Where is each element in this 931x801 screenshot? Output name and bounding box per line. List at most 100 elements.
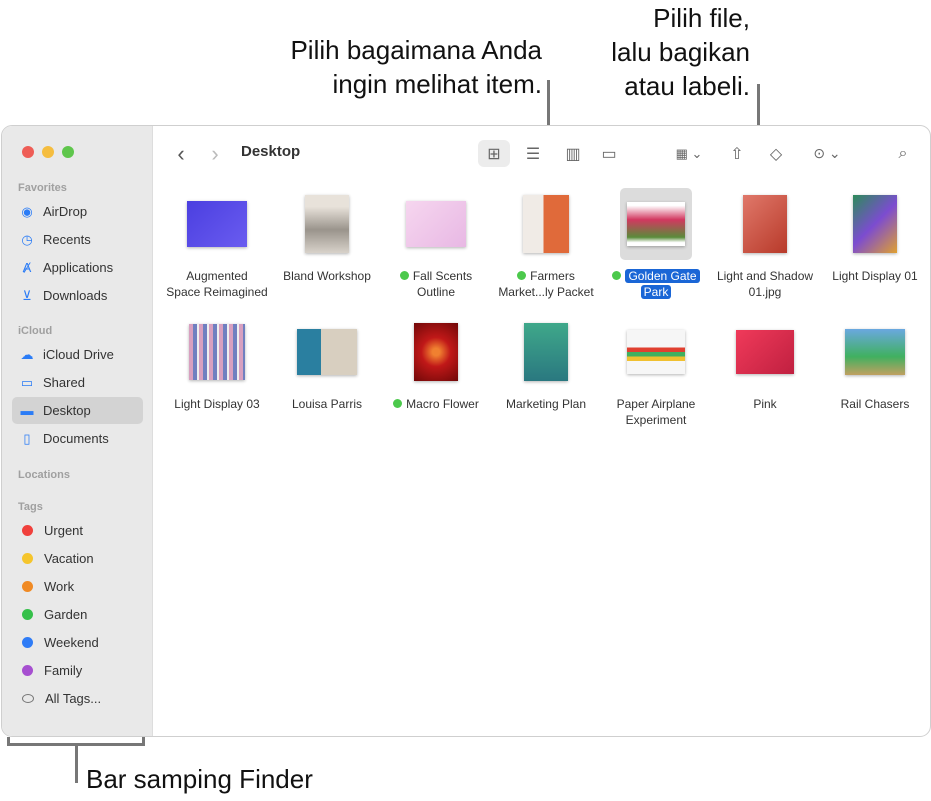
more-actions-button[interactable]: ⊙ ⌄: [807, 140, 847, 167]
search-button[interactable]: ⌕: [891, 140, 915, 167]
file-item[interactable]: Farmers Market...ly Packet: [492, 188, 600, 300]
sidebar-tag-weekend[interactable]: Weekend: [12, 629, 143, 656]
icon-view-button[interactable]: ⊞: [478, 140, 510, 167]
sidebar-item-label: Documents: [43, 431, 109, 446]
file-name-line: Light Display 01: [832, 269, 918, 283]
sidebar-item-icloud-drive[interactable]: ☁ iCloud Drive: [12, 341, 143, 368]
sidebar-item-label: Recents: [43, 232, 91, 247]
sidebar-tag-garden[interactable]: Garden: [12, 601, 143, 628]
sidebar-tag-vacation[interactable]: Vacation: [12, 545, 143, 572]
back-button[interactable]: ‹: [171, 140, 191, 167]
file-thumbnail: [187, 201, 247, 247]
green-tag-dot: [393, 399, 403, 408]
file-name: Fall Scents Outline: [382, 268, 490, 300]
group-icon: ▦ ⌄: [675, 145, 703, 161]
file-item[interactable]: Augmented Space Reimagined: [163, 188, 271, 300]
file-item[interactable]: Louisa Parris: [273, 316, 381, 412]
file-item[interactable]: Light and Shadow 01.jpg: [711, 188, 819, 300]
column-view-button[interactable]: ▥: [557, 140, 589, 167]
green-tag-dot: [399, 271, 409, 280]
file-item[interactable]: Macro Flower: [382, 316, 490, 412]
file-thumbnail-wrap: [620, 316, 692, 388]
file-name-line: Paper Airplane: [616, 397, 696, 411]
file-name-line: Macro Flower: [406, 397, 479, 411]
tag-button[interactable]: ◇: [763, 140, 789, 167]
file-item[interactable]: Pink: [711, 316, 819, 412]
tag-dot: [22, 553, 33, 564]
file-item[interactable]: Rail Chasers: [821, 316, 929, 412]
file-item[interactable]: Bland Workshop: [273, 188, 381, 284]
list-view-button[interactable]: ☰: [517, 140, 549, 167]
callout-line: Pilih bagaimana Anda: [290, 35, 542, 65]
cloud-icon: ☁: [20, 346, 34, 362]
callout-line: Pilih file,: [653, 3, 750, 33]
all-tags-icon: [22, 694, 34, 703]
chevron-right-icon: ›: [211, 140, 219, 166]
file-name-line: Rail Chasers: [840, 397, 910, 411]
forward-button[interactable]: ›: [205, 140, 225, 167]
file-name: Louisa Parris: [273, 396, 381, 412]
file-thumbnail: [189, 324, 245, 380]
section-icloud: iCloud: [18, 325, 53, 337]
sidebar-all-tags[interactable]: All Tags...: [12, 685, 143, 712]
file-item[interactable]: Light Display 03: [163, 316, 271, 412]
search-icon: ⌕: [898, 144, 908, 162]
file-thumbnail-wrap: [510, 188, 582, 260]
sidebar-item-airdrop[interactable]: ◉ AirDrop: [12, 198, 143, 225]
file-thumbnail-wrap: [729, 188, 801, 260]
file-name-line: Experiment: [625, 413, 687, 427]
file-thumbnail: [305, 195, 349, 253]
sidebar-item-label: iCloud Drive: [43, 347, 114, 362]
file-name-line: Bland Workshop: [283, 269, 371, 283]
sidebar-item-recents[interactable]: ◷ Recents: [12, 226, 143, 253]
gallery-view-button[interactable]: ▭: [593, 140, 625, 167]
file-name: Rail Chasers: [821, 396, 929, 412]
window-controls: [22, 146, 74, 158]
sidebar-item-label: All Tags...: [45, 691, 102, 706]
file-thumbnail-wrap: [181, 188, 253, 260]
sidebar-item-label: Shared: [43, 375, 85, 390]
file-name: Augmented Space Reimagined: [163, 268, 271, 300]
close-button[interactable]: [22, 146, 34, 158]
sidebar-tag-family[interactable]: Family: [12, 657, 143, 684]
minimize-button[interactable]: [42, 146, 54, 158]
sidebar-item-documents[interactable]: ▯ Documents: [12, 425, 143, 452]
file-thumbnail: [414, 323, 458, 381]
group-button[interactable]: ▦ ⌄: [669, 140, 709, 167]
file-item[interactable]: Paper Airplane Experiment: [602, 316, 710, 428]
list-icon: ☰: [525, 145, 541, 163]
file-name: Light and Shadow 01.jpg: [711, 268, 819, 300]
file-item[interactable]: Light Display 01: [821, 188, 929, 284]
clock-icon: ◷: [21, 231, 33, 247]
file-thumbnail: [406, 201, 466, 247]
file-item[interactable]: Golden Gate Park: [602, 188, 710, 300]
share-icon: ⇧: [730, 145, 744, 163]
share-callout: Pilih file, lalu bagikan atau labeli.: [560, 1, 750, 103]
file-thumbnail-wrap: [400, 316, 472, 388]
sidebar-item-downloads[interactable]: ⊻ Downloads: [12, 282, 143, 309]
file-item[interactable]: Fall Scents Outline: [382, 188, 490, 300]
sidebar-item-applications[interactable]: Ⱥ Applications: [12, 254, 143, 281]
tag-dot: [22, 637, 33, 648]
share-button[interactable]: ⇧: [725, 140, 749, 167]
sidebar-tag-work[interactable]: Work: [12, 573, 143, 600]
file-name-line: 01.jpg: [748, 285, 782, 299]
file-name-line: Outline: [416, 285, 456, 299]
file-name: Pink: [711, 396, 819, 412]
file-name: Macro Flower: [382, 396, 490, 412]
file-name-line: Park: [640, 285, 672, 299]
file-name-line: Golden Gate: [625, 269, 700, 283]
file-name-line: Farmers: [530, 269, 575, 283]
sidebar-item-shared[interactable]: ▭ Shared: [12, 369, 143, 396]
tag-dot: [22, 581, 33, 592]
view-callout: Pilih bagaimana Anda ingin melihat item.: [250, 33, 542, 101]
sidebar-item-desktop[interactable]: ▬ Desktop: [12, 397, 143, 424]
file-item[interactable]: Marketing Plan: [492, 316, 600, 412]
window-title: Desktop: [241, 143, 301, 160]
file-name-line: Pink: [753, 397, 777, 411]
file-thumbnail-wrap: [181, 316, 253, 388]
zoom-button[interactable]: [62, 146, 74, 158]
tag-dot: [22, 609, 33, 620]
sidebar-tag-urgent[interactable]: Urgent: [12, 517, 143, 544]
section-tags: Tags: [18, 501, 43, 513]
